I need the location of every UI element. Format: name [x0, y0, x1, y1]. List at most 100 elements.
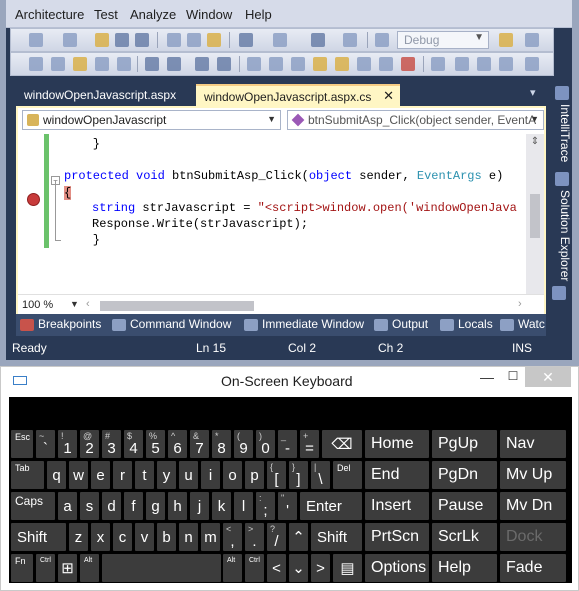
- key-scrlk[interactable]: ScrLk: [432, 523, 497, 551]
- outdent-icon[interactable]: [145, 57, 159, 71]
- tab-breakpoints[interactable]: Breakpoints: [20, 317, 101, 335]
- code-text[interactable]: } protected void btnSubmitAsp_Click(obje…: [64, 134, 526, 294]
- tab-immediate-window[interactable]: Immediate Window: [244, 317, 364, 335]
- move-up-icon[interactable]: [477, 57, 491, 71]
- key-k[interactable]: k: [212, 492, 231, 520]
- key-caps-lock[interactable]: Caps: [11, 492, 55, 520]
- open-file-icon[interactable]: [95, 33, 109, 47]
- scroll-left-icon[interactable]: ‹: [86, 298, 90, 310]
- key-w[interactable]: w: [69, 461, 88, 489]
- breakpoint-icon[interactable]: [27, 193, 40, 206]
- key-move-up[interactable]: Mv Up: [500, 461, 566, 489]
- key-g[interactable]: g: [146, 492, 165, 520]
- key-left-arrow[interactable]: <: [267, 554, 286, 582]
- zoom-level[interactable]: 100 %: [22, 299, 53, 311]
- key-pgdn[interactable]: PgDn: [432, 461, 497, 489]
- key-move-down[interactable]: Mv Dn: [500, 492, 566, 520]
- key-7[interactable]: & 7: [190, 430, 209, 458]
- key-u[interactable]: u: [179, 461, 198, 489]
- key-a[interactable]: a: [58, 492, 77, 520]
- key-s[interactable]: s: [80, 492, 99, 520]
- save-icon[interactable]: [115, 33, 129, 47]
- minimize-button[interactable]: —: [479, 369, 495, 389]
- key-9[interactable]: (9: [234, 430, 253, 458]
- key-5[interactable]: % 5: [146, 430, 165, 458]
- solution-configuration-dropdown[interactable]: Debug ▼: [397, 31, 489, 49]
- clear-bookmarks-icon[interactable]: [401, 57, 415, 71]
- next-in-folder-icon[interactable]: [357, 57, 371, 71]
- cut-icon[interactable]: [167, 33, 181, 47]
- undo-icon[interactable]: [239, 33, 253, 47]
- toolbar-icon-3[interactable]: [73, 57, 87, 71]
- key-right-shift[interactable]: Shift: [311, 523, 362, 551]
- key-pause[interactable]: Pause: [432, 492, 497, 520]
- menu-architecture[interactable]: Architecture: [15, 7, 84, 22]
- key-right-arrow[interactable]: >: [311, 554, 330, 582]
- key-up-arrow[interactable]: ⌃: [289, 523, 308, 551]
- key-right-alt[interactable]: Alt: [223, 554, 242, 582]
- key-left-shift[interactable]: Shift: [11, 523, 66, 551]
- key-quote[interactable]: " ': [278, 492, 297, 520]
- key-backslash[interactable]: | \: [311, 461, 330, 489]
- member-navigation-dropdown[interactable]: btnSubmitAsp_Click(object sender, EventA…: [287, 110, 544, 130]
- tab-locals[interactable]: Locals: [440, 317, 493, 335]
- key-left-ctrl[interactable]: Ctrl: [36, 554, 55, 582]
- tab-watch[interactable]: Watc: [500, 317, 545, 335]
- uncomment-icon[interactable]: [217, 57, 231, 71]
- navigate-backward-icon[interactable]: [311, 33, 325, 47]
- key-delete[interactable]: Del: [333, 461, 362, 489]
- menu-help[interactable]: Help: [245, 7, 272, 22]
- toolbar-options-icon[interactable]: [525, 33, 539, 47]
- save-all-icon[interactable]: [135, 33, 149, 47]
- copy-icon[interactable]: [187, 33, 201, 47]
- key-i[interactable]: i: [201, 461, 220, 489]
- comment-icon[interactable]: [195, 57, 209, 71]
- key-left-bracket[interactable]: {[: [267, 461, 286, 489]
- redo-icon[interactable]: [273, 33, 287, 47]
- key-left-alt[interactable]: Alt: [80, 554, 99, 582]
- key-6[interactable]: ^ 6: [168, 430, 187, 458]
- key-r[interactable]: r: [113, 461, 132, 489]
- key-semicolon[interactable]: :;: [256, 492, 275, 520]
- key-home[interactable]: Home: [365, 430, 429, 458]
- toolbar-icon-5[interactable]: [117, 57, 131, 71]
- add-item-icon[interactable]: [63, 33, 77, 47]
- tab-output[interactable]: Output: [374, 317, 428, 335]
- key-down-arrow[interactable]: ⌄: [289, 554, 308, 582]
- windows-key-icon[interactable]: ⊞: [58, 554, 77, 582]
- key-esc[interactable]: Esc: [11, 430, 33, 458]
- navigate-forward-icon[interactable]: [343, 33, 357, 47]
- key-8[interactable]: * 8: [212, 430, 231, 458]
- menu-test[interactable]: Test: [94, 7, 118, 22]
- key-q[interactable]: q: [47, 461, 66, 489]
- chevron-down-icon[interactable]: ▼: [70, 299, 79, 309]
- key-period[interactable]: >.: [245, 523, 264, 551]
- toolbar-options-icon-2[interactable]: [525, 57, 539, 71]
- key-comma[interactable]: <,: [223, 523, 242, 551]
- key-z[interactable]: z: [69, 523, 88, 551]
- bookmark-icon[interactable]: [247, 57, 261, 71]
- key-e[interactable]: e: [91, 461, 110, 489]
- prev-bookmark-icon[interactable]: [269, 57, 283, 71]
- move-down-icon[interactable]: [455, 57, 469, 71]
- key-nav[interactable]: Nav: [500, 430, 566, 458]
- key-minus[interactable]: _ -: [278, 430, 297, 458]
- class-navigation-dropdown[interactable]: windowOpenJavascript ▼: [22, 110, 281, 130]
- key-4[interactable]: $4: [124, 430, 143, 458]
- folder-bookmark-icon[interactable]: [313, 57, 327, 71]
- indent-icon[interactable]: [167, 57, 181, 71]
- key-h[interactable]: h: [168, 492, 187, 520]
- key-3[interactable]: #3: [102, 430, 121, 458]
- key-c[interactable]: c: [113, 523, 132, 551]
- key-slash[interactable]: ? /: [267, 523, 286, 551]
- key-right-ctrl[interactable]: Ctrl: [245, 554, 264, 582]
- key-pgup[interactable]: PgUp: [432, 430, 497, 458]
- tab-windowopenjavascript-aspx-cs[interactable]: windowOpenJavascript.aspx.cs ✕: [196, 84, 400, 106]
- key-prtscn[interactable]: PrtScn: [365, 523, 429, 551]
- scroll-right-icon[interactable]: ›: [518, 298, 522, 310]
- find-in-files-icon[interactable]: [499, 33, 513, 47]
- key-n[interactable]: n: [179, 523, 198, 551]
- next-bookmark-icon[interactable]: [291, 57, 305, 71]
- key-y[interactable]: y: [157, 461, 176, 489]
- tab-windowopenjavascript-aspx[interactable]: windowOpenJavascript.aspx: [16, 84, 188, 106]
